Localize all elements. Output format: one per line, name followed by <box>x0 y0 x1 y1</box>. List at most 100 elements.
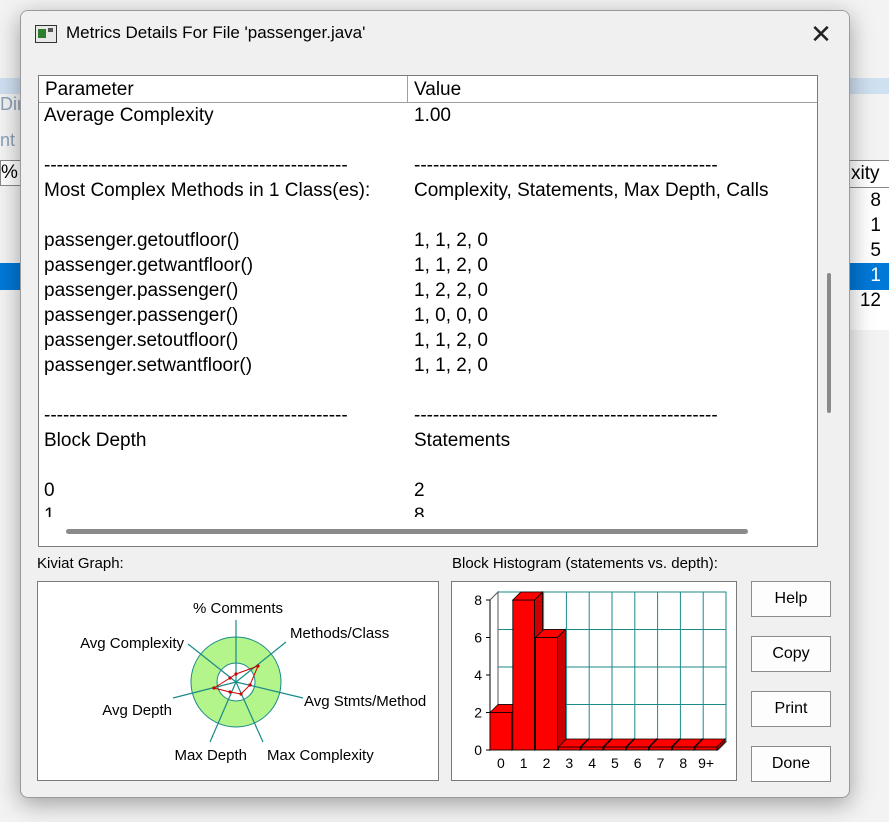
horizontal-scrollbar-thumb[interactable] <box>66 529 748 534</box>
column-header-value[interactable]: Value <box>408 76 817 102</box>
cell-value: 1, 1, 2, 0 <box>414 230 488 251</box>
kiviat-point <box>212 686 216 690</box>
y-axis-tick-label: 8 <box>474 592 482 608</box>
table-row[interactable]: ----------------------------------------… <box>39 153 817 178</box>
table-row[interactable]: passenger.setoutfloor() 1, 1, 2, 0 <box>39 328 817 353</box>
x-axis-tick-label: 2 <box>543 755 551 771</box>
cell-value: ----------------------------------------… <box>414 155 718 176</box>
vertical-scrollbar-thumb[interactable] <box>827 273 831 413</box>
histogram-bar <box>694 746 718 751</box>
table-row[interactable]: Average Complexity 1.00 <box>39 103 817 128</box>
background-cell-selected: 1 <box>870 265 881 286</box>
table-row[interactable] <box>39 453 817 478</box>
x-axis-tick-label: 7 <box>657 755 665 771</box>
x-axis-tick-label: 0 <box>497 755 505 771</box>
kiviat-axis-label-avg-stmts: Avg Stmts/Method <box>304 693 426 710</box>
close-button[interactable]: ✕ <box>807 20 835 48</box>
table-row[interactable]: passenger.passenger() 1, 0, 0, 0 <box>39 303 817 328</box>
kiviat-axis-label-avg-depth: Avg Depth <box>102 702 172 719</box>
x-axis-tick-label: 6 <box>634 755 642 771</box>
kiviat-point <box>256 664 260 668</box>
kiviat-point <box>248 683 252 687</box>
block-histogram: 0 2 4 6 8 0 1 2 3 4 5 6 7 8 9+ <box>451 581 737 781</box>
cell-value: 1, 2, 2, 0 <box>414 280 488 301</box>
cell-value: 1, 1, 2, 0 <box>414 355 488 376</box>
histogram-bar <box>489 712 513 751</box>
background-cell: 8 <box>870 190 881 211</box>
kiviat-graph: % Comments Methods/Class Avg Stmts/Metho… <box>37 581 439 781</box>
kiviat-axis-label-avg-complexity: Avg Complexity <box>80 635 184 652</box>
table-row[interactable]: 02 <box>39 478 817 503</box>
table-row[interactable] <box>39 203 817 228</box>
histogram-bar <box>649 746 672 751</box>
histogram-bar <box>671 746 695 751</box>
cell-parameter: passenger.getwantfloor() <box>44 255 254 276</box>
table-row[interactable]: passenger.getoutfloor() 1, 1, 2, 0 <box>39 228 817 253</box>
dialog-title: Metrics Details For File 'passenger.java… <box>66 23 366 42</box>
cell-value: 2 <box>414 480 425 501</box>
copy-button[interactable]: Copy <box>751 636 831 672</box>
histogram-bar <box>512 599 535 751</box>
cell-value: 8 <box>414 505 425 517</box>
kiviat-graph-label: Kiviat Graph: <box>37 555 124 572</box>
histogram-bar <box>558 746 581 751</box>
x-axis-tick-label: 4 <box>588 755 596 771</box>
cell-parameter: Most Complex Methods in 1 Class(es): <box>44 180 371 201</box>
cell-value: 1, 0, 0, 0 <box>414 305 488 326</box>
y-axis-tick-label: 2 <box>474 705 482 721</box>
done-button[interactable]: Done <box>751 746 831 782</box>
x-axis-tick-label: 9+ <box>698 755 714 771</box>
cell-value: 1.00 <box>414 105 451 126</box>
cell-value: 1, 1, 2, 0 <box>414 330 488 351</box>
metrics-details-dialog: Metrics Details For File 'passenger.java… <box>20 10 850 798</box>
histogram-bar-side <box>557 628 566 751</box>
background-cell: 1 <box>870 215 881 236</box>
table-row[interactable]: ----------------------------------------… <box>39 403 817 428</box>
app-window-icon <box>35 25 57 43</box>
kiviat-axis-label-max-depth: Max Depth <box>174 747 247 764</box>
cell-parameter: ----------------------------------------… <box>44 155 348 176</box>
cell-parameter: 1 <box>44 505 55 517</box>
table-row[interactable] <box>39 128 817 153</box>
cell-parameter: ----------------------------------------… <box>44 405 348 426</box>
table-row[interactable]: passenger.setwantfloor() 1, 1, 2, 0 <box>39 353 817 378</box>
table-row[interactable] <box>39 378 817 403</box>
table-row[interactable]: Block Depth Statements <box>39 428 817 453</box>
column-header-parameter[interactable]: Parameter <box>39 76 408 102</box>
kiviat-axis-label-max-complexity: Max Complexity <box>267 747 374 764</box>
histogram-bar <box>535 637 558 751</box>
background-partial-text-2: nt <box>0 130 16 150</box>
metrics-table[interactable]: Parameter Value Average Complexity 1.00 --… <box>38 75 818 547</box>
cell-parameter: Average Complexity <box>44 105 214 126</box>
cell-value: ----------------------------------------… <box>414 405 718 426</box>
background-column-header-complexity[interactable]: xity <box>848 160 889 188</box>
help-button[interactable]: Help <box>751 581 831 617</box>
cell-parameter: Block Depth <box>44 430 147 451</box>
table-header: Parameter Value <box>39 76 817 103</box>
background-selected-row-right[interactable] <box>848 263 889 290</box>
table-row[interactable]: passenger.passenger() 1, 2, 2, 0 <box>39 278 817 303</box>
histogram-bar <box>603 746 627 751</box>
kiviat-point <box>239 692 243 696</box>
background-column-header-left: % <box>0 160 22 186</box>
histogram-chart: 024680 1 2 3 4 5 6 7 8 9+ <box>474 590 728 771</box>
cell-parameter: passenger.getoutfloor() <box>44 230 240 251</box>
cell-value: 1, 1, 2, 0 <box>414 255 488 276</box>
x-axis-tick-label: 5 <box>611 755 619 771</box>
cell-value: Statements <box>414 430 511 451</box>
print-button[interactable]: Print <box>751 691 831 727</box>
cell-parameter: passenger.passenger() <box>44 305 239 326</box>
cell-value: Complexity, Statements, Max Depth, Calls <box>414 180 769 201</box>
x-axis-tick-label: 8 <box>679 755 687 771</box>
histogram-bar <box>626 746 650 751</box>
table-row[interactable]: 18 <box>39 503 817 517</box>
kiviat-axis-label-methods-class: Methods/Class <box>290 625 389 642</box>
y-axis-tick-label: 0 <box>474 742 482 758</box>
table-row[interactable]: Most Complex Methods in 1 Class(es): Comp… <box>39 178 817 203</box>
table-row[interactable]: passenger.getwantfloor() 1, 1, 2, 0 <box>39 253 817 278</box>
kiviat-axis-label-comments: % Comments <box>193 600 283 617</box>
cell-parameter: passenger.passenger() <box>44 280 239 301</box>
dialog-titlebar[interactable]: Metrics Details For File 'passenger.java… <box>21 11 849 57</box>
background-selected-row-left[interactable] <box>0 263 20 290</box>
cell-parameter: passenger.setoutfloor() <box>44 330 239 351</box>
